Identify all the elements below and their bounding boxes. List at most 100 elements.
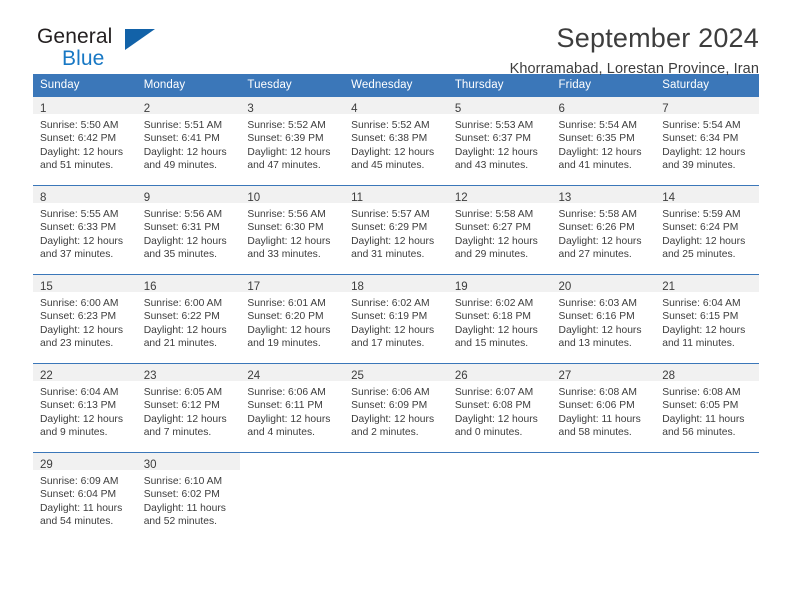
day-cell-inner: 29 Sunrise: 6:09 AM Sunset: 6:04 PM Dayligh…: [33, 453, 137, 541]
daylight-text-line2: and 41 minutes.: [558, 160, 632, 172]
sunrise-text: Sunrise: 6:05 AM: [143, 387, 223, 398]
day-cell-inner: 14 Sunrise: 5:59 AM Sunset: 6:24 PM Dayligh…: [655, 186, 759, 274]
daylight-text-line2: and 19 minutes.: [247, 338, 321, 350]
calendar-day-cell[interactable]: 25 Sunrise: 6:06 AM Sunset: 6:09 PM Dayligh…: [344, 363, 448, 453]
calendar-day-cell[interactable]: 19 Sunrise: 6:02 AM Sunset: 6:18 PM Dayligh…: [447, 274, 552, 364]
day-cell-body: Sunrise: 5:54 AM Sunset: 6:35 PM Daylight:…: [552, 114, 656, 173]
sunrise-text: Sunrise: 6:02 AM: [351, 298, 430, 309]
daylight-text-line1: Daylight: 12 hours: [662, 146, 746, 158]
calendar-day-cell[interactable]: 10 Sunrise: 5:56 AM Sunset: 6:30 PM Dayligh…: [240, 185, 345, 275]
calendar-day-cell[interactable]: 17 Sunrise: 6:01 AM Sunset: 6:20 PM Dayligh…: [240, 274, 345, 364]
sunrise-text: Sunrise: 5:51 AM: [143, 120, 223, 131]
daylight-text-line2: and 37 minutes.: [40, 249, 114, 261]
day-cell-inner: 6 Sunrise: 5:54 AM Sunset: 6:35 PM Daylight…: [551, 97, 656, 185]
calendar-day-cell[interactable]: 1 Sunrise: 5:50 AM Sunset: 6:42 PM Daylight…: [33, 97, 137, 186]
daylight-text-line1: Daylight: 11 hours: [558, 413, 641, 425]
calendar-day-cell[interactable]: 21 Sunrise: 6:04 AM Sunset: 6:15 PM Dayligh…: [655, 274, 759, 364]
day-cell-body: [344, 470, 448, 475]
day-number-band: 5: [447, 97, 552, 115]
calendar-day-cell[interactable]: 11 Sunrise: 5:57 AM Sunset: 6:29 PM Dayligh…: [344, 185, 448, 275]
daylight-text-line1: Daylight: 12 hours: [454, 146, 538, 158]
day-number-band: 12: [447, 186, 552, 204]
calendar-day-cell[interactable]: 26 Sunrise: 6:07 AM Sunset: 6:08 PM Dayligh…: [447, 363, 552, 453]
calendar-page: General Blue September 2024 Khorramabad,…: [0, 0, 792, 612]
day-number-band: 11: [344, 186, 448, 204]
day-cell-inner: [655, 453, 759, 541]
day-number: 26: [454, 370, 468, 382]
calendar-day-cell[interactable]: 13 Sunrise: 5:58 AM Sunset: 6:26 PM Dayligh…: [551, 185, 656, 275]
daylight-text-line2: and 29 minutes.: [454, 249, 529, 261]
day-cell-body: Sunrise: 5:52 AM Sunset: 6:39 PM Daylight:…: [240, 114, 344, 173]
day-cell-inner: 22 Sunrise: 6:04 AM Sunset: 6:13 PM Dayligh…: [33, 364, 137, 452]
sunrise-text: Sunrise: 6:10 AM: [143, 476, 223, 487]
sunset-text: Sunset: 6:11 PM: [247, 400, 323, 412]
calendar-day-cell[interactable]: 23 Sunrise: 6:05 AM Sunset: 6:12 PM Dayligh…: [136, 363, 241, 453]
day-cell-body: Sunrise: 6:08 AM Sunset: 6:06 PM Daylight:…: [552, 381, 656, 440]
calendar-day-cell[interactable]: 6 Sunrise: 5:54 AM Sunset: 6:35 PM Daylight…: [551, 97, 656, 186]
daylight-text-line1: Daylight: 12 hours: [558, 146, 642, 158]
daylight-text-line1: Daylight: 12 hours: [40, 324, 123, 336]
calendar-day-cell[interactable]: 8 Sunrise: 5:55 AM Sunset: 6:33 PM Daylight…: [33, 185, 137, 275]
calendar-day-cell[interactable]: 18 Sunrise: 6:02 AM Sunset: 6:19 PM Dayligh…: [344, 274, 448, 364]
daylight-text-line1: Daylight: 12 hours: [558, 235, 642, 247]
day-number: 24: [247, 370, 261, 382]
day-cell-inner: 24 Sunrise: 6:06 AM Sunset: 6:11 PM Dayligh…: [240, 364, 345, 452]
calendar-day-cell[interactable]: 30 Sunrise: 6:10 AM Sunset: 6:02 PM Dayligh…: [136, 452, 241, 541]
day-cell-body: Sunrise: 6:09 AM Sunset: 6:04 PM Daylight:…: [33, 470, 137, 529]
daylight-text-line2: and 7 minutes.: [143, 427, 212, 439]
day-number-band: 26: [447, 364, 552, 382]
day-number: 19: [454, 281, 468, 293]
calendar-day-cell[interactable]: 20 Sunrise: 6:03 AM Sunset: 6:16 PM Dayligh…: [551, 274, 656, 364]
calendar-grid: Sunday Monday Tuesday Wednesday Thursday…: [33, 74, 759, 541]
calendar-day-cell[interactable]: 27 Sunrise: 6:08 AM Sunset: 6:06 PM Dayligh…: [551, 363, 656, 453]
calendar-day-cell[interactable]: 12 Sunrise: 5:58 AM Sunset: 6:27 PM Dayligh…: [447, 185, 552, 275]
daylight-text-line2: and 4 minutes.: [247, 427, 315, 439]
calendar-day-cell[interactable]: 22 Sunrise: 6:04 AM Sunset: 6:13 PM Dayligh…: [33, 363, 137, 453]
day-number: 14: [662, 192, 676, 204]
calendar-day-cell[interactable]: 28 Sunrise: 6:08 AM Sunset: 6:05 PM Dayligh…: [655, 363, 759, 453]
calendar-day-cell[interactable]: 4 Sunrise: 5:52 AM Sunset: 6:38 PM Daylight…: [344, 97, 448, 186]
logo-text-blue: Blue: [62, 47, 105, 70]
sunset-text: Sunset: 6:26 PM: [558, 222, 635, 234]
day-cell-inner: 3 Sunrise: 5:52 AM Sunset: 6:39 PM Daylight…: [240, 97, 345, 185]
day-cell-inner: [240, 453, 344, 541]
calendar-day-cell[interactable]: 16 Sunrise: 6:00 AM Sunset: 6:22 PM Dayligh…: [136, 274, 241, 364]
sunrise-text: Sunrise: 5:53 AM: [454, 120, 534, 131]
day-number: 28: [662, 370, 676, 382]
calendar-day-cell[interactable]: 7 Sunrise: 5:54 AM Sunset: 6:34 PM Daylight…: [655, 97, 759, 186]
day-number-band: [344, 453, 448, 470]
sunset-text: Sunset: 6:13 PM: [40, 400, 117, 412]
daylight-text-line2: and 49 minutes.: [143, 160, 217, 172]
sunrise-text: Sunrise: 5:57 AM: [351, 209, 430, 220]
calendar-week-row: 22 Sunrise: 6:04 AM Sunset: 6:13 PM Dayligh…: [33, 363, 759, 453]
sunset-text: Sunset: 6:31 PM: [143, 222, 220, 234]
day-cell-body: Sunrise: 5:52 AM Sunset: 6:38 PM Daylight:…: [344, 114, 448, 173]
generalblue-logo[interactable]: General Blue: [37, 26, 157, 72]
calendar-day-cell[interactable]: 24 Sunrise: 6:06 AM Sunset: 6:11 PM Dayligh…: [240, 363, 345, 453]
sunrise-text: Sunrise: 5:56 AM: [247, 209, 326, 220]
calendar-day-cell[interactable]: 2 Sunrise: 5:51 AM Sunset: 6:41 PM Daylight…: [136, 97, 241, 186]
day-number: 22: [40, 370, 53, 382]
daylight-text-line2: and 15 minutes.: [454, 338, 529, 350]
calendar-day-cell[interactable]: 29 Sunrise: 6:09 AM Sunset: 6:04 PM Dayligh…: [33, 452, 137, 541]
day-cell-body: Sunrise: 6:02 AM Sunset: 6:18 PM Daylight:…: [448, 292, 552, 351]
day-cell-body: Sunrise: 5:53 AM Sunset: 6:37 PM Daylight:…: [448, 114, 552, 173]
calendar-day-cell[interactable]: 14 Sunrise: 5:59 AM Sunset: 6:24 PM Dayligh…: [655, 185, 759, 275]
day-cell-body: Sunrise: 5:59 AM Sunset: 6:24 PM Daylight:…: [655, 203, 759, 262]
day-number-band: 17: [240, 275, 345, 293]
daylight-text-line2: and 35 minutes.: [143, 249, 217, 261]
calendar-day-cell[interactable]: 5 Sunrise: 5:53 AM Sunset: 6:37 PM Daylight…: [447, 97, 552, 186]
day-number: 16: [143, 281, 157, 293]
day-number-band: 21: [655, 275, 759, 293]
calendar-day-cell-empty: [447, 452, 552, 541]
sunrise-text: Sunrise: 5:58 AM: [558, 209, 637, 220]
day-cell-inner: 30 Sunrise: 6:10 AM Sunset: 6:02 PM Dayligh…: [136, 453, 241, 541]
calendar-day-cell[interactable]: 3 Sunrise: 5:52 AM Sunset: 6:39 PM Daylight…: [240, 97, 345, 186]
daylight-text-line1: Daylight: 12 hours: [351, 413, 435, 425]
calendar-day-cell[interactable]: 9 Sunrise: 5:56 AM Sunset: 6:31 PM Daylight…: [136, 185, 241, 275]
day-number-band: 28: [655, 364, 759, 382]
sunrise-text: Sunrise: 6:02 AM: [454, 298, 534, 309]
daylight-text-line2: and 47 minutes.: [247, 160, 321, 172]
calendar-day-cell[interactable]: 15 Sunrise: 6:00 AM Sunset: 6:23 PM Dayligh…: [33, 274, 137, 364]
daylight-text-line1: Daylight: 12 hours: [143, 413, 227, 425]
